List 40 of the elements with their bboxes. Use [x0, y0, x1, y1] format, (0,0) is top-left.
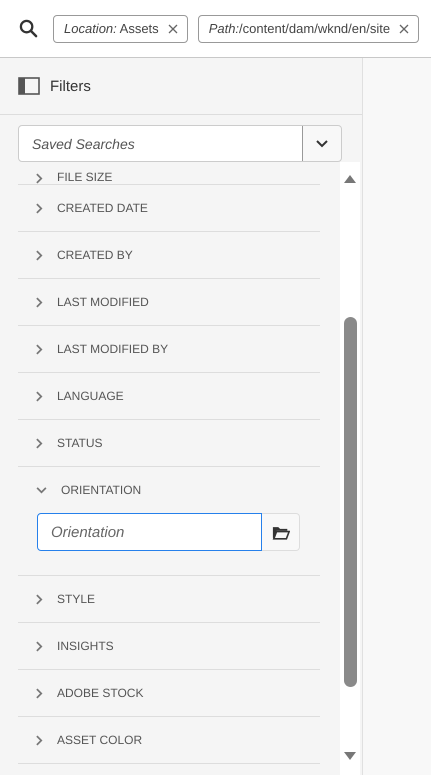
chevron-right-icon	[36, 344, 43, 354]
chevron-right-icon	[36, 296, 43, 308]
chevron-right-icon	[36, 594, 43, 604]
filter-section-header[interactable]: STATUS	[18, 420, 320, 466]
tag-label: Location: Assets	[64, 21, 159, 36]
scroll-up-icon[interactable]	[343, 174, 357, 184]
scroll-down-icon[interactable]	[343, 751, 357, 761]
filter-section-header[interactable]: FILE SIZE	[18, 162, 320, 184]
filter-section-header[interactable]: LANGUAGE	[18, 373, 320, 419]
browse-button[interactable]	[262, 513, 300, 551]
filter-section-header[interactable]: CREATED BY	[18, 232, 320, 278]
orientation-field[interactable]: Orientation	[37, 513, 262, 551]
sidebar-icon[interactable]	[18, 77, 40, 95]
tag-label: Path:/content/dam/wknd/en/site	[208, 21, 390, 36]
filters-title: Filters	[50, 78, 91, 94]
filter-section-header[interactable]: INSIGHTS	[18, 623, 320, 669]
filter-section-header[interactable]: ASSET COLOR	[18, 717, 320, 763]
chevron-down-icon	[36, 486, 47, 494]
chevron-right-icon	[36, 390, 43, 402]
filter-section-header[interactable]: LAST MODIFIED	[18, 279, 320, 325]
close-icon[interactable]	[399, 24, 410, 34]
folder-icon	[272, 524, 290, 540]
filter-section-header[interactable]: ADOBE STOCK	[18, 670, 320, 716]
chevron-right-icon	[36, 438, 43, 448]
filter-section-header[interactable]: CREATED DATE	[18, 185, 320, 231]
close-icon[interactable]	[168, 24, 178, 34]
filter-section-header[interactable]: LAST MODIFIED BY	[18, 326, 320, 372]
chevron-down-icon	[316, 140, 328, 148]
chevron-right-icon	[36, 250, 43, 260]
saved-searches-dropdown[interactable]: Saved Searches	[18, 125, 342, 162]
chevron-right-icon	[36, 202, 43, 214]
search-icon[interactable]	[19, 19, 38, 38]
scrollbar-thumb[interactable]	[344, 317, 356, 687]
filter-section-header[interactable]: STYLE	[18, 576, 320, 622]
chevron-right-icon	[36, 734, 43, 746]
chevron-right-icon	[36, 173, 43, 184]
filter-section-header[interactable]: ORIENTATION	[18, 467, 320, 513]
chevron-right-icon	[36, 640, 43, 652]
scrollbar[interactable]	[340, 162, 360, 775]
chevron-right-icon	[36, 688, 43, 698]
